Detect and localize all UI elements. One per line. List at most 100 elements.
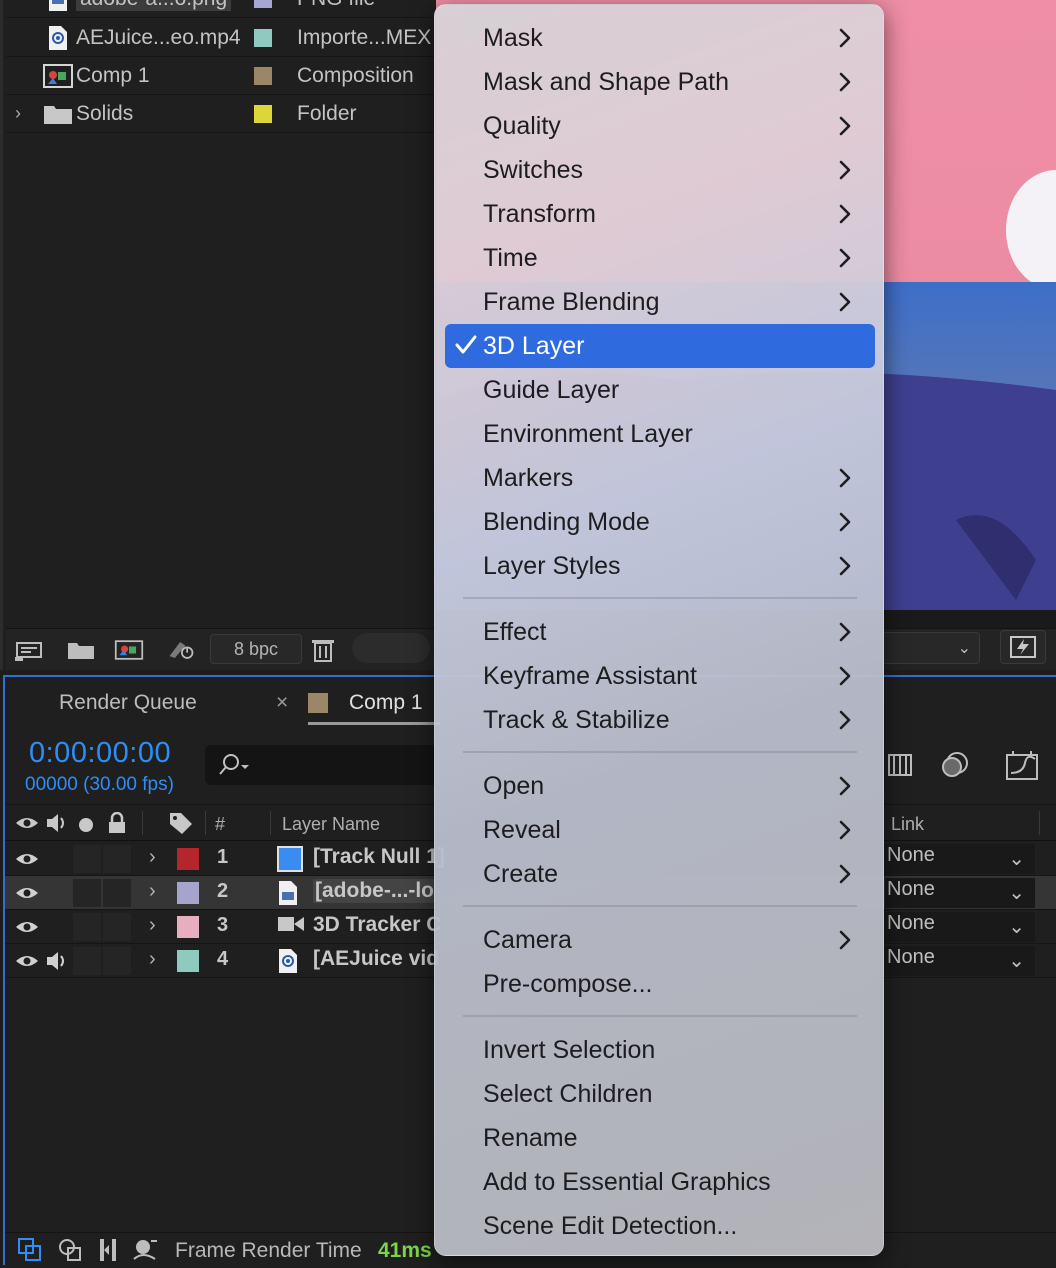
new-folder-icon[interactable] — [66, 637, 96, 663]
menu-item-add-to-essential-graphics[interactable]: Add to Essential Graphics — [445, 1160, 875, 1204]
menu-item-guide-layer[interactable]: Guide Layer — [445, 368, 875, 412]
label-color-swatch[interactable] — [254, 28, 272, 47]
motion-blur-icon[interactable] — [939, 749, 971, 781]
transfer-controls-icon[interactable] — [95, 1237, 121, 1263]
tab-comp-1[interactable]: Comp 1 — [349, 691, 423, 715]
expand-chevron-icon[interactable]: › — [149, 846, 156, 869]
lock-toggle[interactable] — [103, 947, 131, 975]
menu-item-reveal[interactable]: Reveal — [445, 808, 875, 852]
label-color-swatch[interactable] — [177, 882, 199, 904]
label-color-swatch[interactable] — [254, 0, 272, 8]
parent-link-dropdown[interactable]: None ⌄ — [885, 946, 1035, 976]
menu-item-track-stabilize[interactable]: Track & Stabilize — [445, 698, 875, 742]
image-file-icon — [42, 0, 74, 12]
lock-toggle[interactable] — [103, 879, 131, 907]
project-item[interactable]: adobe-a...o.png PNG file — [6, 0, 436, 18]
project-item[interactable]: Comp 1 Composition — [6, 57, 436, 95]
menu-item-transform[interactable]: Transform — [445, 192, 875, 236]
menu-item-mask-and-shape-path[interactable]: Mask and Shape Path — [445, 60, 875, 104]
expand-chevron-icon[interactable]: › — [149, 880, 156, 903]
label-color-swatch[interactable] — [177, 848, 199, 870]
parent-link-dropdown[interactable]: None ⌄ — [885, 878, 1035, 908]
solo-toggle[interactable] — [73, 845, 101, 873]
expand-chevron-icon[interactable]: › — [6, 103, 30, 124]
project-item[interactable]: AEJuice...eo.mp4 Importe...MEX — [6, 19, 436, 57]
lock-icon[interactable] — [107, 812, 127, 834]
column-layer-name[interactable]: Layer Name — [282, 814, 380, 835]
interpret-footage-icon[interactable] — [14, 637, 44, 663]
parent-link-dropdown[interactable]: None ⌄ — [885, 844, 1035, 874]
menu-item-markers[interactable]: Markers — [445, 456, 875, 500]
audio-icon[interactable] — [45, 812, 69, 834]
label-color-swatch[interactable] — [177, 916, 199, 938]
menu-item-invert-selection[interactable]: Invert Selection — [445, 1028, 875, 1072]
solo-toggle[interactable] — [73, 879, 101, 907]
menu-item-camera[interactable]: Camera — [445, 918, 875, 962]
eye-icon[interactable] — [15, 919, 39, 935]
eye-icon[interactable] — [15, 815, 39, 831]
project-item[interactable]: › Solids Folder — [6, 95, 436, 133]
current-time-display[interactable]: 0:00:00:00 — [29, 737, 171, 770]
menu-item-environment-layer[interactable]: Environment Layer — [445, 412, 875, 456]
layer-name[interactable]: [adobe-...-lo — [313, 879, 436, 903]
chevron-right-icon — [839, 512, 851, 532]
layer-search-input[interactable] — [205, 745, 445, 785]
solo-toggle[interactable] — [73, 947, 101, 975]
menu-item-open[interactable]: Open — [445, 764, 875, 808]
label-color-swatch[interactable] — [177, 950, 199, 972]
eye-icon[interactable] — [15, 885, 39, 901]
null-layer-icon — [277, 846, 303, 872]
folder-icon — [42, 101, 74, 127]
menu-item-label: 3D Layer — [483, 331, 585, 360]
layer-name[interactable]: [Track Null 1] — [313, 845, 445, 869]
layer-switches-icon[interactable] — [57, 1237, 83, 1263]
trash-icon[interactable] — [308, 637, 338, 663]
bit-depth-button[interactable]: 8 bpc — [210, 634, 302, 664]
menu-item-quality[interactable]: Quality — [445, 104, 875, 148]
fast-previews-button[interactable] — [1000, 630, 1046, 664]
layer-name[interactable]: [AEJuice vid — [313, 947, 439, 971]
menu-item-pre-compose[interactable]: Pre-compose... — [445, 962, 875, 1006]
menu-item-layer-styles[interactable]: Layer Styles — [445, 544, 875, 588]
lock-toggle[interactable] — [103, 845, 131, 873]
audio-icon[interactable] — [45, 950, 69, 972]
label-tag-icon[interactable] — [168, 811, 194, 835]
close-tab-icon[interactable]: × — [276, 691, 288, 715]
chevron-down-icon: ⌄ — [1008, 950, 1025, 972]
label-color-swatch[interactable] — [254, 66, 272, 85]
parent-link-dropdown[interactable]: None ⌄ — [885, 912, 1035, 942]
menu-item-time[interactable]: Time — [445, 236, 875, 280]
frame-blending-icon[interactable] — [885, 749, 917, 781]
lock-toggle[interactable] — [103, 913, 131, 941]
comp-navigator-icon[interactable] — [17, 1237, 43, 1263]
menu-item-rename[interactable]: Rename — [445, 1116, 875, 1160]
label-color-swatch[interactable] — [254, 104, 272, 123]
viewer-view-dropdown[interactable]: ⌄ — [880, 632, 980, 664]
menu-item-scene-edit-detection[interactable]: Scene Edit Detection... — [445, 1204, 875, 1248]
menu-item-switches[interactable]: Switches — [445, 148, 875, 192]
chevron-right-icon — [839, 292, 851, 312]
menu-item-effect[interactable]: Effect — [445, 610, 875, 654]
menu-item-blending-mode[interactable]: Blending Mode — [445, 500, 875, 544]
chevron-right-icon — [839, 116, 851, 136]
solo-icon[interactable] — [79, 818, 93, 832]
menu-item-create[interactable]: Create — [445, 852, 875, 896]
graph-editor-icon[interactable] — [1005, 749, 1041, 783]
expand-chevron-icon[interactable]: › — [149, 914, 156, 937]
menu-item-frame-blending[interactable]: Frame Blending — [445, 280, 875, 324]
layer-name[interactable]: 3D Tracker C — [313, 913, 441, 937]
solo-toggle[interactable] — [73, 913, 101, 941]
project-flowchart-toggle[interactable] — [352, 633, 430, 663]
tab-render-queue[interactable]: Render Queue — [59, 691, 197, 715]
eye-icon[interactable] — [15, 851, 39, 867]
shy-layers-icon[interactable] — [131, 1237, 159, 1263]
menu-item-3d-layer[interactable]: 3D Layer — [445, 324, 875, 368]
menu-item-mask[interactable]: Mask — [445, 16, 875, 60]
menu-item-select-children[interactable]: Select Children — [445, 1072, 875, 1116]
parent-link-value: None — [887, 844, 935, 866]
menu-item-keyframe-assistant[interactable]: Keyframe Assistant — [445, 654, 875, 698]
new-composition-icon[interactable] — [114, 637, 144, 663]
expand-chevron-icon[interactable]: › — [149, 948, 156, 971]
project-settings-icon[interactable] — [166, 637, 196, 663]
eye-icon[interactable] — [15, 953, 39, 969]
